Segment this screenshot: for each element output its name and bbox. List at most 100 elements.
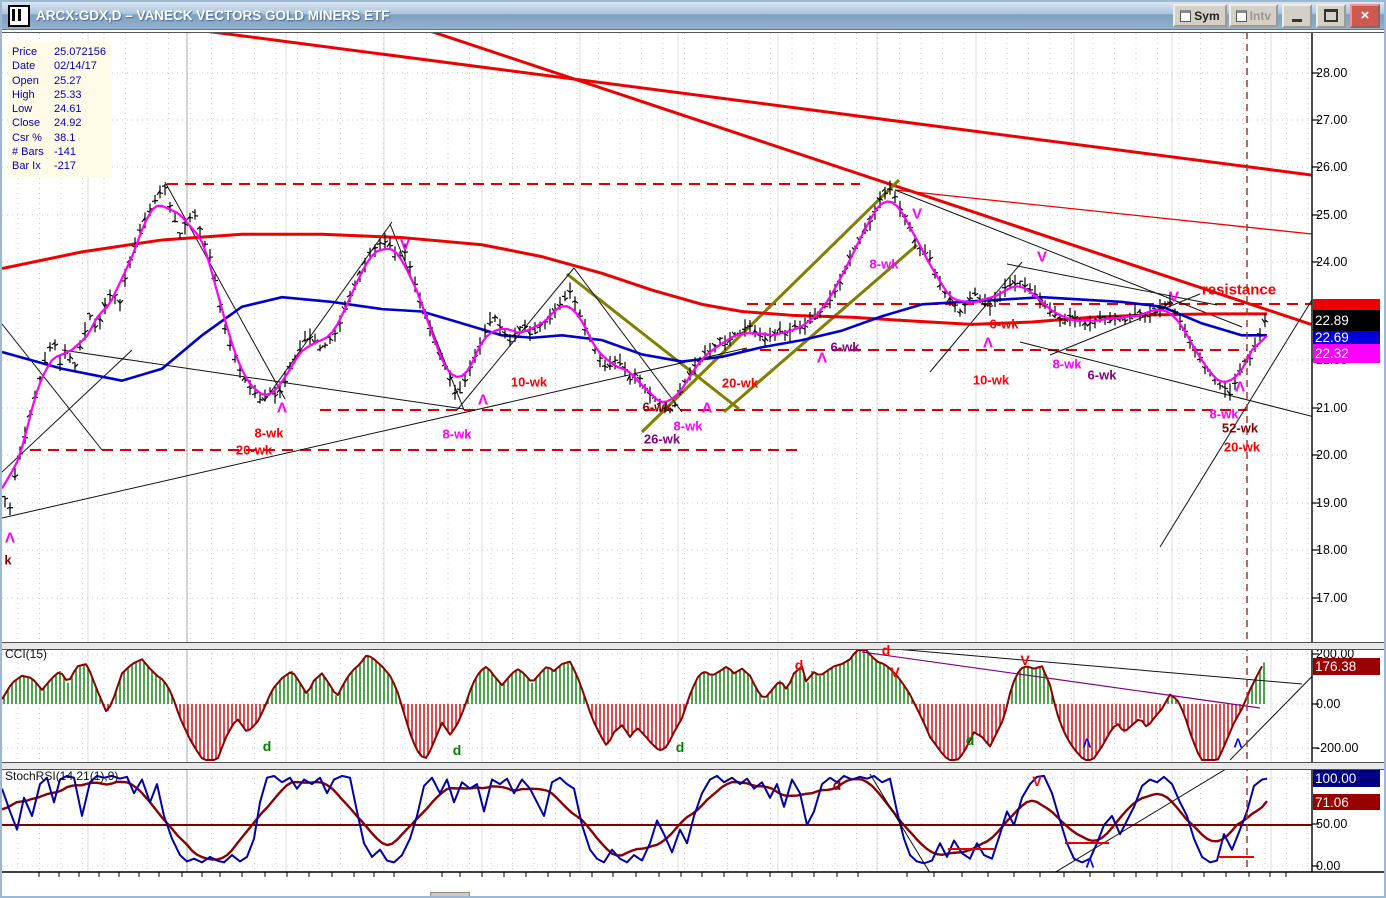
- window-title: ARCX:GDX,D – VANECK VECTORS GOLD MINERS …: [36, 8, 390, 23]
- chart-annotation: 20-wk: [1224, 440, 1260, 455]
- info-row-label: Date: [12, 59, 54, 73]
- chart-annotation: k: [4, 553, 11, 568]
- app-icon: [8, 5, 30, 27]
- info-row: Bar Ix-217: [12, 159, 106, 173]
- sym-button-label: Sym: [1194, 9, 1219, 23]
- panel-splitter-cci[interactable]: [2, 642, 1386, 650]
- scrollbar-fragment[interactable]: [430, 892, 470, 898]
- chart-annotation: Λ: [817, 350, 827, 367]
- intv-button[interactable]: Intv: [1229, 4, 1278, 27]
- info-row-value: 02/14/17: [54, 59, 97, 73]
- chart-annotation: Λ: [277, 400, 287, 417]
- stochrsi-panel: [2, 752, 1312, 873]
- title-bar[interactable]: ARCX:GDX,D – VANECK VECTORS GOLD MINERS …: [2, 2, 1384, 30]
- chart-annotation: 26-wk: [644, 432, 680, 447]
- info-row-value: 24.92: [54, 116, 82, 130]
- maximize-button[interactable]: [1316, 4, 1346, 28]
- chart-annotation: 8-wk: [1053, 357, 1082, 372]
- close-icon: ×: [1361, 8, 1370, 23]
- info-row: Close24.92: [12, 116, 106, 130]
- chart-annotation: Λ: [1235, 379, 1245, 396]
- intv-button-label: Intv: [1250, 9, 1271, 23]
- axis-tick-label: 26.00: [1316, 160, 1347, 174]
- axis-tick-label: 0.00: [1316, 697, 1340, 711]
- info-row-label: Csr %: [12, 131, 54, 145]
- minimize-icon: [1292, 19, 1302, 22]
- info-row: Low24.61: [12, 102, 106, 116]
- chart-annotation: 6-wk: [1088, 368, 1117, 383]
- chart-annotation: V: [1032, 773, 1041, 789]
- stochrsi-label: StochRSI(14,21(1),9): [5, 769, 118, 783]
- price-badge: 22.69: [1313, 331, 1380, 344]
- chart-area[interactable]: Price25.072156Date02/14/17Open25.27High2…: [2, 30, 1386, 898]
- axis-tick-label: 18.00: [1316, 543, 1347, 557]
- chart-annotation: V: [1037, 249, 1047, 266]
- chart-annotation: V: [400, 237, 410, 254]
- chart-annotation: V: [890, 664, 899, 680]
- chart-annotation: 8-wk: [443, 427, 472, 442]
- info-row: # Bars-141: [12, 145, 106, 159]
- chart-annotation: 6-wk: [831, 340, 860, 355]
- chart-annotation: Λ: [983, 335, 993, 352]
- chart-annotation: d: [833, 777, 842, 793]
- price-badge: [1313, 299, 1380, 310]
- axis-tick-label: 20.00: [1316, 448, 1347, 462]
- intv-icon: [1236, 10, 1247, 22]
- info-row-label: Close: [12, 116, 54, 130]
- axis-tick-label: 27.00: [1316, 113, 1347, 127]
- axis-tick-label: 28.00: [1316, 66, 1347, 80]
- chart-annotation: Λ: [702, 400, 712, 417]
- chart-annotation: Λ: [1234, 736, 1243, 751]
- axis-tick-label: 19.00: [1316, 496, 1347, 510]
- chart-annotation: d: [966, 732, 975, 748]
- sym-button[interactable]: Sym: [1173, 4, 1226, 27]
- info-row: Csr %38.1: [12, 131, 106, 145]
- info-row-value: -141: [54, 145, 76, 159]
- chart-annotation: 10-wk: [511, 375, 547, 390]
- chart-annotation: V: [1020, 652, 1029, 668]
- axis-tick-label: -200.00: [1316, 741, 1358, 755]
- ohlc-info-panel: Price25.072156Date02/14/17Open25.27High2…: [8, 42, 112, 177]
- axis-tick-label: 25.00: [1316, 208, 1347, 222]
- axis-tick-label: 21.00: [1316, 401, 1347, 415]
- chart-annotation: 20-wk: [236, 443, 272, 458]
- chart-annotation: 8-wk: [870, 257, 899, 272]
- chart-annotation: Λ: [5, 530, 15, 547]
- info-row-value: -217: [54, 159, 76, 173]
- chart-annotation: 6-wk: [990, 317, 1019, 332]
- chart-annotation: 10-wk: [973, 373, 1009, 388]
- chart-annotation: d: [795, 657, 804, 673]
- chart-annotation: d: [453, 742, 462, 758]
- info-row-value: 24.61: [54, 102, 82, 116]
- close-button[interactable]: ×: [1350, 4, 1380, 28]
- info-row-label: Open: [12, 74, 54, 88]
- chart-window: ARCX:GDX,D – VANECK VECTORS GOLD MINERS …: [0, 0, 1386, 898]
- chart-annotation: 8-wk: [1210, 407, 1239, 422]
- info-row: Price25.072156: [12, 45, 106, 59]
- price-badge: 100.00: [1313, 770, 1380, 787]
- price-badge: 22.32: [1313, 344, 1380, 363]
- info-row-label: High: [12, 88, 54, 102]
- panel-splitter-stoch[interactable]: [2, 762, 1386, 770]
- sym-icon: [1180, 10, 1191, 22]
- cci-label: CCI(15): [5, 647, 47, 661]
- price-badge: 71.06: [1313, 794, 1380, 810]
- info-row-value: 25.33: [54, 88, 82, 102]
- chart-annotation: Λ: [478, 392, 488, 409]
- minimize-button[interactable]: [1282, 4, 1312, 28]
- axis-tick-label: 17.00: [1316, 591, 1347, 605]
- chart-annotation: 8-wk: [255, 426, 284, 441]
- info-row-value: 38.1: [54, 131, 75, 145]
- info-row: Date02/14/17: [12, 59, 106, 73]
- chart-annotation: 6-wk: [643, 400, 672, 415]
- chart-annotation: d: [882, 642, 891, 658]
- chart-annotation: 52-wk: [1222, 421, 1258, 436]
- price-badge: 22.89: [1313, 310, 1380, 331]
- info-row-label: # Bars: [12, 145, 54, 159]
- chart-annotation: Λ: [1086, 856, 1095, 871]
- chart-annotation: V: [912, 206, 922, 223]
- chart-annotation: d: [263, 738, 272, 754]
- axis-tick-label: 24.00: [1316, 255, 1347, 269]
- info-row: Open25.27: [12, 74, 106, 88]
- grid-lines: [2, 33, 1312, 872]
